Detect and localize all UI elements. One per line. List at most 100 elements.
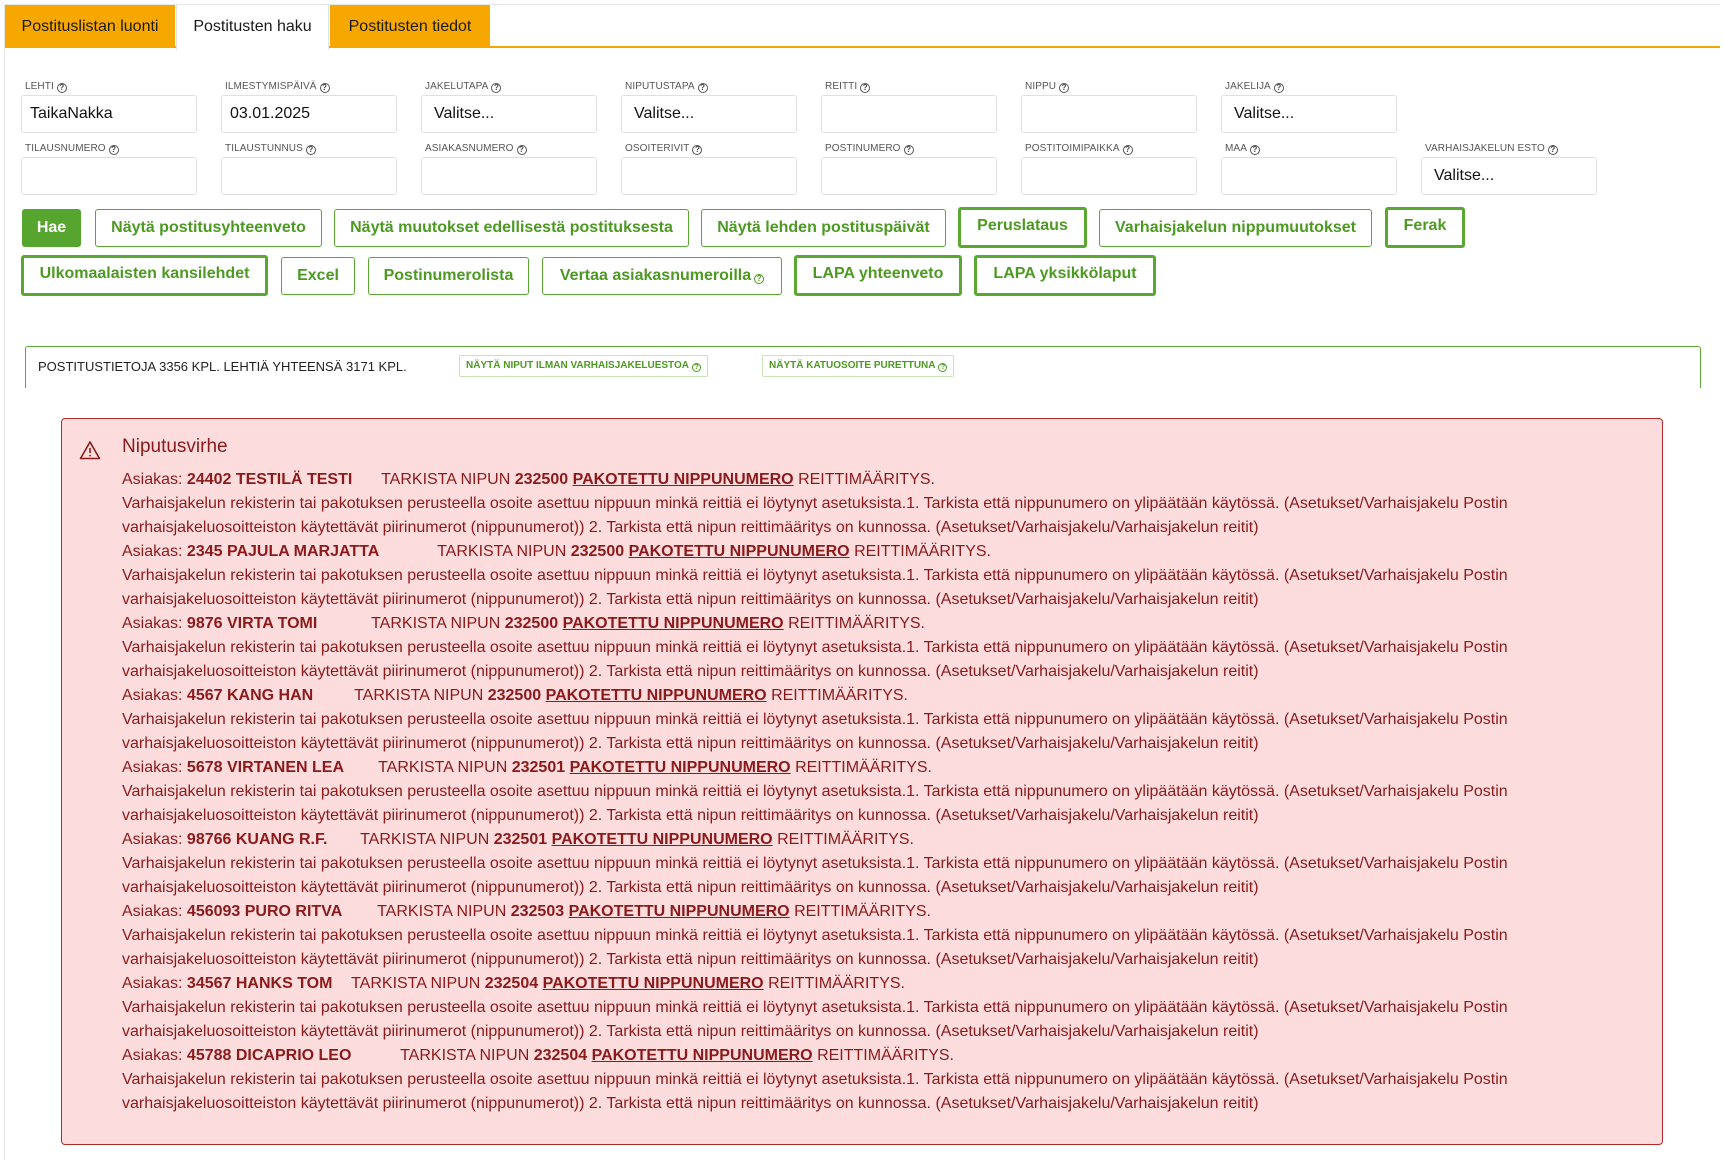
pakotettu-nippunumero-link[interactable]: PAKOTETTU NIPPUNUMERO	[629, 543, 850, 560]
pakotettu-nippunumero-link[interactable]: PAKOTETTU NIPPUNUMERO	[592, 1047, 813, 1064]
field-jakelutapa: JAKELUTAPA? Valitse...	[421, 80, 597, 133]
chip-label: NÄYTÄ KATUOSOITE PURETTUNA	[769, 360, 936, 371]
reitti-input[interactable]	[821, 95, 997, 133]
error-suffix: REITTIMÄÄRITYS.	[777, 831, 914, 848]
postinumerolista-button[interactable]: Postinumerolista	[368, 257, 529, 295]
field-nippu: NIPPU?	[1021, 80, 1197, 133]
nayta-postitusyhteenveto-button[interactable]: Näytä postitusyhteenveto	[95, 209, 322, 247]
postinumero-input[interactable]	[821, 157, 997, 195]
asiakasnumero-input[interactable]	[421, 157, 597, 195]
error-entry: Asiakas: 45788 DICAPRIO LEO TARKISTA NIP…	[122, 1044, 1652, 1116]
help-icon[interactable]: ?	[108, 145, 119, 155]
pakotettu-nippunumero-link[interactable]: PAKOTETTU NIPPUNUMERO	[569, 903, 790, 920]
error-entry-header: Asiakas: 34567 HANKS TOM TARKISTA NIPUN …	[122, 972, 1652, 996]
ferak-button[interactable]: Ferak	[1385, 207, 1465, 248]
error-entry-header: Asiakas: 4567 KANG HAN TARKISTA NIPUN 23…	[122, 684, 1652, 708]
nayta-muutokset-button[interactable]: Näytä muutokset edellisestä postituksest…	[334, 209, 689, 247]
field-label: ILMESTYMISPÄIVÄ	[225, 81, 317, 92]
lehti-input[interactable]: TaikaNakka	[21, 95, 197, 133]
check-text: TARKISTA NIPUN	[351, 975, 481, 992]
field-label: POSTITOIMIPAIKKA	[1025, 143, 1120, 154]
error-description: Varhaisjakelun rekisterin tai pakotuksen…	[122, 711, 1508, 752]
jakelutapa-select[interactable]: Valitse...	[421, 95, 597, 133]
error-entry: Asiakas: 2345 PAJULA MARJATTA TARKISTA N…	[122, 540, 1652, 612]
help-icon[interactable]: ?	[697, 83, 708, 93]
field-label: TILAUSNUMERO	[25, 143, 106, 154]
osoiterivit-input[interactable]	[621, 157, 797, 195]
pakotettu-nippunumero-link[interactable]: PAKOTETTU NIPPUNUMERO	[563, 615, 784, 632]
help-icon[interactable]: ?	[305, 145, 316, 155]
varhaisjakelun-nippumuutokset-button[interactable]: Varhaisjakelun nippumuutokset	[1099, 209, 1372, 247]
maa-input[interactable]	[1221, 157, 1397, 195]
lapa-yhteenveto-button[interactable]: LAPA yhteenveto	[794, 255, 962, 296]
check-text: TARKISTA NIPUN	[354, 687, 484, 704]
check-text: TARKISTA NIPUN	[378, 759, 508, 776]
help-icon[interactable]: ?	[491, 83, 502, 93]
excel-button[interactable]: Excel	[281, 257, 355, 295]
help-icon: ?	[938, 363, 948, 372]
field-label: JAKELUTAPA	[425, 81, 489, 92]
ilmestymispaiva-input[interactable]: 03.01.2025	[221, 95, 397, 133]
hae-button[interactable]: Hae	[22, 209, 81, 247]
error-entry: Asiakas: 9876 VIRTA TOMI TARKISTA NIPUN …	[122, 612, 1652, 684]
tab-postituslistan-luonti[interactable]: Postituslistan luonti	[5, 5, 175, 48]
error-description: Varhaisjakelun rekisterin tai pakotuksen…	[122, 1071, 1508, 1112]
lapa-yksikkolaput-button[interactable]: LAPA yksikkölaput	[974, 255, 1156, 296]
field-asiakasnumero: ASIAKASNUMERO?	[421, 142, 597, 195]
help-icon[interactable]: ?	[516, 145, 527, 155]
error-entry-header: Asiakas: 24402 TESTILÄ TESTI TARKISTA NI…	[122, 468, 1652, 492]
tilausnumero-input[interactable]	[21, 157, 197, 195]
nayta-postituspaivat-button[interactable]: Näytä lehden postituspäivät	[701, 209, 946, 247]
tab-postitusten-haku[interactable]: Postitusten haku	[176, 5, 329, 50]
help-icon[interactable]: ?	[1249, 145, 1260, 155]
postitoimipaikka-input[interactable]	[1021, 157, 1197, 195]
field-osoiterivit: OSOITERIVIT?	[621, 142, 797, 195]
help-icon[interactable]: ?	[1059, 83, 1070, 93]
check-text: TARKISTA NIPUN	[360, 831, 490, 848]
error-description: Varhaisjakelun rekisterin tai pakotuksen…	[122, 855, 1508, 896]
tilaustunnus-input[interactable]	[221, 157, 397, 195]
field-ilmestymispaiva: ILMESTYMISPÄIVÄ? 03.01.2025	[221, 80, 397, 133]
field-label: LEHTI	[25, 81, 54, 92]
ulkomaalaisten-kansilehdet-button[interactable]: Ulkomaalaisten kansilehdet	[21, 255, 268, 296]
field-varhaisjakelun-esto: VARHAISJAKELUN ESTO? Valitse...	[1421, 142, 1597, 195]
field-label: REITTI	[825, 81, 858, 92]
nippu-input[interactable]	[1021, 95, 1197, 133]
pakotettu-nippunumero-link[interactable]: PAKOTETTU NIPPUNUMERO	[573, 471, 794, 488]
field-label: VARHAISJAKELUN ESTO	[1425, 143, 1545, 154]
help-icon[interactable]: ?	[860, 83, 871, 93]
pakotettu-nippunumero-link[interactable]: PAKOTETTU NIPPUNUMERO	[552, 831, 773, 848]
peruslataus-button[interactable]: Peruslataus	[958, 207, 1087, 248]
error-suffix: REITTIMÄÄRITYS.	[794, 903, 931, 920]
help-icon[interactable]: ?	[56, 83, 67, 93]
error-suffix: REITTIMÄÄRITYS.	[798, 471, 935, 488]
help-icon[interactable]: ?	[1122, 145, 1133, 155]
niputustapa-select[interactable]: Valitse...	[621, 95, 797, 133]
help-icon[interactable]: ?	[903, 145, 914, 155]
customer-prefix: Asiakas:	[122, 975, 183, 992]
tab-postitusten-tiedot[interactable]: Postitusten tiedot	[330, 5, 490, 48]
summary-bar: POSTITUSTIETOJA 3356 KPL. LEHTIÄ YHTEENS…	[25, 346, 1701, 388]
customer-name: 98766 KUANG R.F.	[186, 831, 328, 848]
help-icon[interactable]: ?	[692, 145, 703, 155]
error-description: Varhaisjakelun rekisterin tai pakotuksen…	[122, 783, 1508, 824]
field-label: POSTINUMERO	[825, 143, 901, 154]
help-icon[interactable]: ?	[1547, 145, 1558, 155]
field-label: NIPUTUSTAPA	[625, 81, 695, 92]
error-title: Niputusvirhe	[122, 436, 228, 457]
pakotettu-nippunumero-link[interactable]: PAKOTETTU NIPPUNUMERO	[570, 759, 791, 776]
nippu-number: 232504	[533, 1047, 588, 1064]
pakotettu-nippunumero-link[interactable]: PAKOTETTU NIPPUNUMERO	[543, 975, 764, 992]
field-postinumero: POSTINUMERO?	[821, 142, 997, 195]
nayta-niput-chip[interactable]: NÄYTÄ NIPUT ILMAN VARHAISJAKELUESTOA?	[459, 355, 708, 377]
vertaa-asiakasnumeroilla-button[interactable]: Vertaa asiakasnumeroilla?	[542, 257, 782, 295]
customer-name: 24402 TESTILÄ TESTI	[186, 471, 353, 488]
varhaisjakelun-esto-select[interactable]: Valitse...	[1421, 157, 1597, 195]
error-suffix: REITTIMÄÄRITYS.	[788, 615, 925, 632]
help-icon[interactable]: ?	[1273, 83, 1284, 93]
nayta-katuosoite-chip[interactable]: NÄYTÄ KATUOSOITE PURETTUNA?	[762, 355, 955, 377]
help-icon[interactable]: ?	[319, 83, 330, 93]
jakelija-select[interactable]: Valitse...	[1221, 95, 1397, 133]
pakotettu-nippunumero-link[interactable]: PAKOTETTU NIPPUNUMERO	[546, 687, 767, 704]
check-text: TARKISTA NIPUN	[381, 471, 511, 488]
